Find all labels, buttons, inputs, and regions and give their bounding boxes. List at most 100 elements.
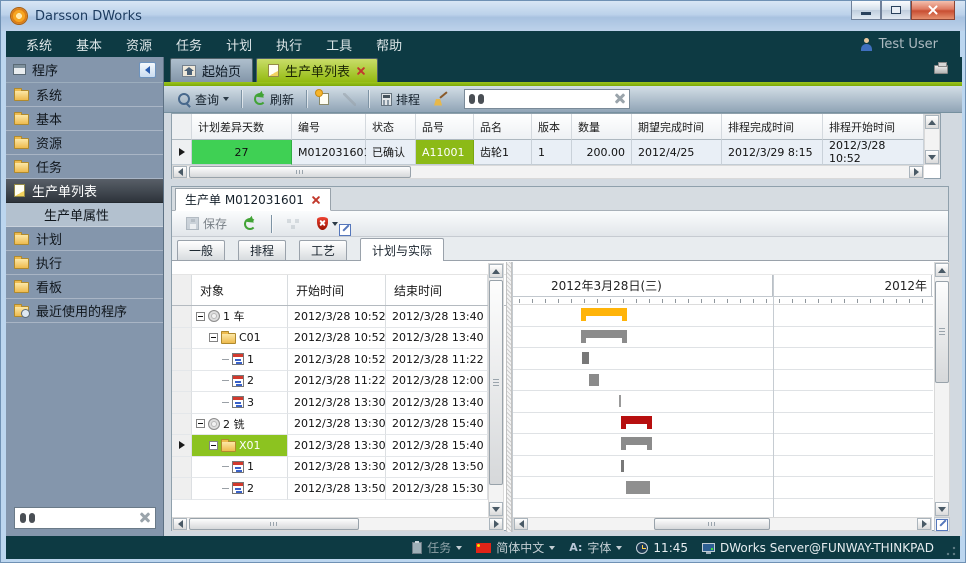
refresh-button[interactable]: 刷新 [248, 89, 300, 110]
tree-row-7[interactable]: 12012/3/28 13:302012/3/28 13:50 [172, 457, 506, 479]
gantt-bar-2[interactable] [582, 352, 589, 364]
tree-row-5[interactable]: 2 铣2012/3/28 13:302012/3/28 15:40 [172, 414, 506, 436]
tab-1[interactable]: 生产单列表 [256, 58, 378, 82]
tab-close-icon[interactable] [311, 195, 321, 205]
status-item-font[interactable]: A:字体 [569, 539, 622, 556]
grid-col-header-0[interactable]: 计划差异天数 [192, 114, 292, 140]
subtab-3[interactable]: 计划与实际 [360, 238, 444, 261]
sidebar-item-1[interactable]: 基本 [6, 107, 163, 131]
tab-0[interactable]: 起始页 [170, 58, 253, 82]
calc-button[interactable]: 排程 [375, 89, 426, 110]
menu-item-1[interactable]: 基本 [64, 31, 114, 57]
tree-col-header-0[interactable]: 对象 [192, 275, 288, 305]
collapse-box-icon[interactable] [209, 441, 218, 450]
maximize-button[interactable] [881, 1, 911, 20]
order-document-tab[interactable]: 生产单 M012031601 [175, 188, 331, 211]
status-item-clipboard[interactable]: 任务 [412, 539, 462, 556]
tree-row-6[interactable]: X012012/3/28 13:302012/3/28 15:40 [172, 435, 506, 457]
sidebar-collapse-button[interactable] [139, 62, 156, 78]
clear-icon[interactable] [615, 94, 625, 104]
sidebar-item-7[interactable]: 执行 [6, 251, 163, 275]
close-button[interactable] [911, 1, 955, 20]
toolbar-search-input[interactable] [489, 92, 610, 106]
gantt-h-scrollbar[interactable] [513, 517, 932, 531]
collapse-box-icon[interactable] [196, 312, 205, 321]
save-button[interactable]: 保存 [180, 213, 233, 234]
menu-item-4[interactable]: 计划 [214, 31, 264, 57]
sidebar-item-0[interactable]: 系统 [6, 83, 163, 107]
tree-v-scrollbar[interactable] [488, 263, 504, 517]
gantt-bar-4[interactable] [619, 395, 621, 407]
menu-item-5[interactable]: 执行 [264, 31, 314, 57]
minimize-button[interactable] [851, 1, 881, 20]
grid-col-header-6[interactable]: 数量 [572, 114, 632, 140]
sidebar-item-9[interactable]: 最近使用的程序 [6, 299, 163, 323]
scroll-thumb[interactable] [654, 518, 770, 530]
scroll-thumb[interactable] [189, 518, 359, 530]
grid-col-header-2[interactable]: 状态 [366, 114, 416, 140]
tree-h-scrollbar[interactable] [172, 517, 504, 531]
flow-button[interactable] [281, 216, 306, 232]
subtab-1[interactable]: 排程 [238, 240, 286, 260]
sidebar-item-5[interactable]: 生产单属性 [6, 203, 163, 227]
broom-button[interactable] [428, 91, 454, 108]
grid-h-scrollbar[interactable] [172, 165, 924, 179]
sidebar-item-4[interactable]: 生产单列表 [6, 179, 163, 203]
menu-item-7[interactable]: 帮助 [364, 31, 414, 57]
gantt-bar-0[interactable] [581, 308, 627, 316]
status-item-monitor[interactable]: DWorks Server@FUNWAY-THINKPAD [702, 541, 934, 555]
refresh-button[interactable] [238, 216, 262, 232]
gantt-bar-6[interactable] [621, 437, 652, 445]
scroll-thumb[interactable] [489, 280, 503, 485]
clear-icon[interactable] [140, 513, 150, 523]
grid-col-header-1[interactable]: 编号 [292, 114, 366, 140]
scroll-thumb[interactable] [935, 281, 949, 383]
grid-col-header-8[interactable]: 排程完成时间 [722, 114, 823, 140]
pencil-button[interactable] [337, 91, 362, 108]
tree-row-1[interactable]: C012012/3/28 10:522012/3/28 13:40 [172, 328, 506, 350]
grid-col-header-4[interactable]: 品名 [474, 114, 532, 140]
menu-item-0[interactable]: 系统 [14, 31, 64, 57]
grid-col-header-9[interactable]: 排程开始时间 [823, 114, 924, 140]
grid-col-header-7[interactable]: 期望完成时间 [632, 114, 722, 140]
tree-col-header-2[interactable]: 结束时间 [386, 275, 488, 305]
grid-row[interactable]: 27M012031601已确认A11001齿轮11200.002012/4/25… [172, 140, 940, 165]
menu-item-3[interactable]: 任务 [164, 31, 214, 57]
tree-row-0[interactable]: 1 车2012/3/28 10:522012/3/28 13:40 [172, 306, 506, 328]
sidebar-item-2[interactable]: 资源 [6, 131, 163, 155]
tree-row-8[interactable]: 22012/3/28 13:502012/3/28 15:30 [172, 478, 506, 500]
user-indicator[interactable]: Test User [860, 37, 952, 52]
tree-row-4[interactable]: 32012/3/28 13:302012/3/28 13:40 [172, 392, 506, 414]
collapse-box-icon[interactable] [196, 419, 205, 428]
status-item-clock[interactable]: 11:45 [636, 541, 688, 555]
printer-icon[interactable] [934, 65, 948, 74]
newdoc-button[interactable] [313, 91, 335, 107]
search-button[interactable]: 查询 [172, 89, 235, 110]
menu-item-2[interactable]: 资源 [114, 31, 164, 57]
gantt-bar-8[interactable] [626, 481, 650, 494]
grid-v-scrollbar[interactable] [924, 114, 940, 165]
gantt-popout-button[interactable] [934, 517, 950, 532]
resize-grip[interactable] [946, 546, 956, 556]
grid-col-header-3[interactable]: 品号 [416, 114, 474, 140]
sidebar-item-3[interactable]: 任务 [6, 155, 163, 179]
tab-close-icon[interactable] [356, 66, 366, 76]
gantt-bar-3[interactable] [589, 374, 599, 386]
gantt-v-scrollbar[interactable] [934, 262, 950, 517]
sidebar-item-8[interactable]: 看板 [6, 275, 163, 299]
subtab-2[interactable]: 工艺 [299, 240, 347, 260]
subtab-0[interactable]: 一般 [177, 240, 225, 260]
external-link-icon[interactable] [339, 224, 351, 236]
scroll-thumb[interactable] [189, 166, 411, 178]
tree-row-2[interactable]: 12012/3/28 10:522012/3/28 11:22 [172, 349, 506, 371]
tree-col-header-1[interactable]: 开始时间 [288, 275, 386, 305]
menu-item-6[interactable]: 工具 [314, 31, 364, 57]
tree-row-3[interactable]: 22012/3/28 11:222012/3/28 12:00 [172, 371, 506, 393]
sidebar-search-input[interactable] [40, 511, 135, 525]
gantt-bar-7[interactable] [621, 460, 624, 472]
gantt-bar-1[interactable] [581, 330, 627, 338]
gantt-bar-5[interactable] [621, 416, 652, 424]
grid-col-header-5[interactable]: 版本 [532, 114, 572, 140]
collapse-box-icon[interactable] [209, 333, 218, 342]
status-item-flag[interactable]: 简体中文 [476, 539, 555, 556]
